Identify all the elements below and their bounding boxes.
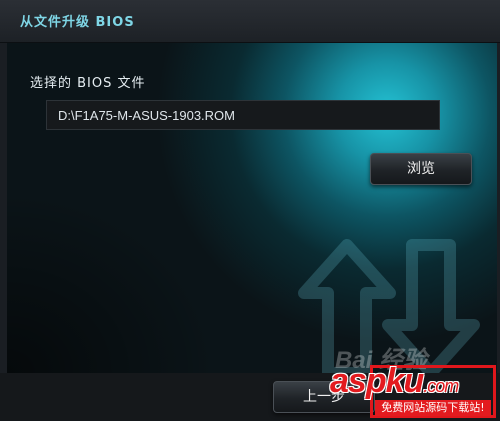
window-title: 从文件升级 BIOS — [20, 15, 135, 30]
watermark-tagline: 免费网站源码下载站! — [375, 400, 491, 416]
watermark-brand: aspku — [330, 362, 424, 400]
title-bar: 从文件升级 BIOS — [0, 0, 500, 43]
bios-file-path-field[interactable]: D:\F1A75-M-ASUS-1903.ROM — [46, 100, 440, 130]
bios-update-window: 从文件升级 BIOS 选择的 BIOS 文件 D:\F1A75-M-ASUS-1… — [0, 0, 500, 421]
browse-button[interactable]: 浏览 — [370, 153, 472, 185]
bios-file-label: 选择的 BIOS 文件 — [30, 76, 146, 91]
aspku-watermark-logo: aspku.com — [330, 362, 459, 401]
content-panel: 选择的 BIOS 文件 D:\F1A75-M-ASUS-1903.ROM 浏览 — [7, 43, 497, 373]
watermark-brand-suffix: .com — [423, 376, 459, 396]
